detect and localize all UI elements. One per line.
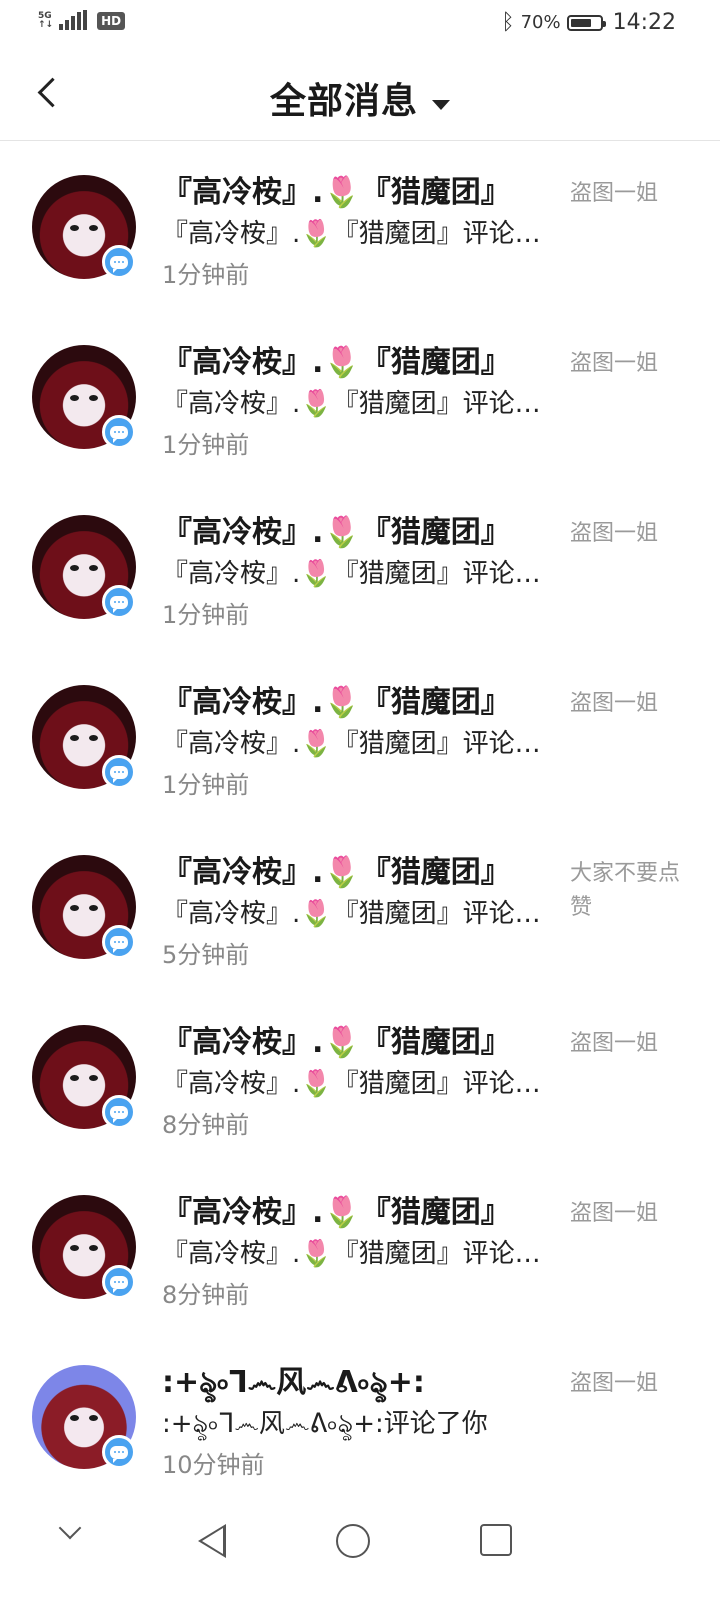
message-item[interactable]: 『高冷桉』.🌷『猎魔团』『高冷桉』.🌷『猎魔团』评论了你 1分钟前 盗图一姐	[0, 651, 720, 821]
sender-name[interactable]: 『高冷桉』.🌷『猎魔团』	[162, 1017, 552, 1061]
status-bar: 5G ↑↓ HD ᛒ 70% 14:22	[0, 0, 720, 48]
avatar-face	[70, 1415, 98, 1421]
page-title: 全部消息	[269, 81, 418, 122]
title-dropdown[interactable]: 全部消息	[0, 72, 720, 124]
comment-badge-icon	[102, 1435, 136, 1469]
comment-badge-icon	[102, 925, 136, 959]
message-item[interactable]: 『高冷桉』.🌷『猎魔团』『高冷桉』.🌷『猎魔团』评论了你 8分钟前 盗图一姐	[0, 991, 720, 1161]
message-time: 1分钟前	[162, 771, 250, 799]
message-time: 8分钟前	[162, 1111, 250, 1139]
battery-fill	[570, 18, 591, 27]
avatar-face	[70, 735, 98, 741]
bluetooth-icon: ᛒ	[501, 9, 515, 35]
header: 全部消息	[0, 48, 720, 141]
chevron-down-icon[interactable]	[58, 1516, 82, 1540]
message-preview: 『高冷桉』.🌷『猎魔团』评论了你	[162, 1239, 548, 1269]
avatar-face	[70, 565, 98, 571]
comment-snippet[interactable]: 盗图一姐	[570, 1367, 680, 1401]
message-preview: 『高冷桉』.🌷『猎魔团』评论了你	[162, 899, 548, 929]
back-triangle-icon[interactable]	[198, 1524, 226, 1558]
comment-badge-icon	[102, 585, 136, 619]
comment-badge-icon	[102, 755, 136, 789]
caret-down-icon	[432, 99, 450, 110]
clock: 14:22	[612, 10, 676, 35]
comment-snippet[interactable]: 盗图一姐	[570, 1197, 680, 1231]
comment-snippet[interactable]: 盗图一姐	[570, 177, 680, 211]
sender-name[interactable]: :+ৡ৹ᒣ෴风෴ᕕ৹ৡ+:	[162, 1357, 552, 1409]
message-time: 8分钟前	[162, 1281, 250, 1309]
hd-badge: HD	[97, 12, 126, 30]
message-item[interactable]: 『高冷桉』.🌷『猎魔团』『高冷桉』.🌷『猎魔团』评论了你 1分钟前 盗图一姐	[0, 141, 720, 311]
message-time: 1分钟前	[162, 431, 250, 459]
message-preview: 『高冷桉』.🌷『猎魔团』评论了你	[162, 1069, 548, 1099]
comment-snippet[interactable]: 盗图一姐	[570, 1027, 680, 1061]
message-preview: 『高冷桉』.🌷『猎魔团』评论了你	[162, 559, 548, 589]
comment-snippet[interactable]: 大家不要点赞	[570, 857, 680, 925]
sender-name[interactable]: 『高冷桉』.🌷『猎魔团』	[162, 167, 552, 211]
message-preview: 『高冷桉』.🌷『猎魔团』评论了你	[162, 389, 548, 419]
message-time: 10分钟前	[162, 1451, 265, 1479]
sender-name[interactable]: 『高冷桉』.🌷『猎魔团』	[162, 847, 552, 891]
avatar-face	[70, 905, 98, 911]
message-preview: :+ৡ৹ᒣ෴风෴ᕕ৹ৡ+:评论了你	[162, 1409, 488, 1439]
message-item[interactable]: 『高冷桉』.🌷『猎魔团』『高冷桉』.🌷『猎魔团』评论了你 1分钟前 盗图一姐	[0, 481, 720, 651]
network-type: 5G ↑↓	[38, 11, 54, 30]
status-left: 5G ↑↓ HD	[38, 10, 126, 30]
message-item[interactable]: 『高冷桉』.🌷『猎魔团』『高冷桉』.🌷『猎魔团』评论了你 5分钟前 大家不要点赞	[0, 821, 720, 991]
comment-snippet[interactable]: 盗图一姐	[570, 347, 680, 381]
message-item[interactable]: 『高冷桉』.🌷『猎魔团』『高冷桉』.🌷『猎魔团』评论了你 8分钟前 盗图一姐	[0, 1161, 720, 1331]
message-item[interactable]: 『高冷桉』.🌷『猎魔团』『高冷桉』.🌷『猎魔团』评论了你 1分钟前 盗图一姐	[0, 311, 720, 481]
sender-name[interactable]: 『高冷桉』.🌷『猎魔团』	[162, 337, 552, 381]
avatar-face	[70, 225, 98, 231]
sender-name[interactable]: 『高冷桉』.🌷『猎魔团』	[162, 677, 552, 721]
sender-name[interactable]: 『高冷桉』.🌷『猎魔团』	[162, 507, 552, 551]
message-preview: 『高冷桉』.🌷『猎魔团』评论了你	[162, 219, 548, 249]
comment-snippet[interactable]: 盗图一姐	[570, 517, 680, 551]
system-nav-bar	[0, 1494, 720, 1600]
avatar-face	[70, 1245, 98, 1251]
message-time: 5分钟前	[162, 941, 250, 969]
recent-apps-icon[interactable]	[480, 1524, 512, 1556]
avatar-face	[70, 395, 98, 401]
home-circle-icon[interactable]	[336, 1524, 370, 1558]
message-time: 1分钟前	[162, 261, 250, 289]
comment-snippet[interactable]: 盗图一姐	[570, 687, 680, 721]
status-right: ᛒ 70% 14:22	[501, 10, 676, 35]
message-time: 1分钟前	[162, 601, 250, 629]
battery-icon	[566, 14, 606, 31]
message-preview: 『高冷桉』.🌷『猎魔团』评论了你	[162, 729, 548, 759]
comment-badge-icon	[102, 1095, 136, 1129]
signal-icon	[59, 10, 88, 30]
comment-badge-icon	[102, 415, 136, 449]
comment-badge-icon	[102, 1265, 136, 1299]
message-list: 『高冷桉』.🌷『猎魔团』 『高冷桉』.🌷『猎魔团』评论了你 1分钟前 盗图一姐 『高冷桉…	[0, 141, 720, 1501]
avatar-face	[70, 1075, 98, 1081]
comment-badge-icon	[102, 245, 136, 279]
battery-percent: 70%	[520, 12, 561, 33]
sender-name[interactable]: 『高冷桉』.🌷『猎魔团』	[162, 1187, 552, 1231]
message-item[interactable]: :+ৡ৹ᒣ෴风෴ᕕ৹ৡ+::+ৡ৹ᒣ෴风෴ᕕ৹ৡ+:评论了你10分钟前 盗图一姐	[0, 1331, 720, 1501]
